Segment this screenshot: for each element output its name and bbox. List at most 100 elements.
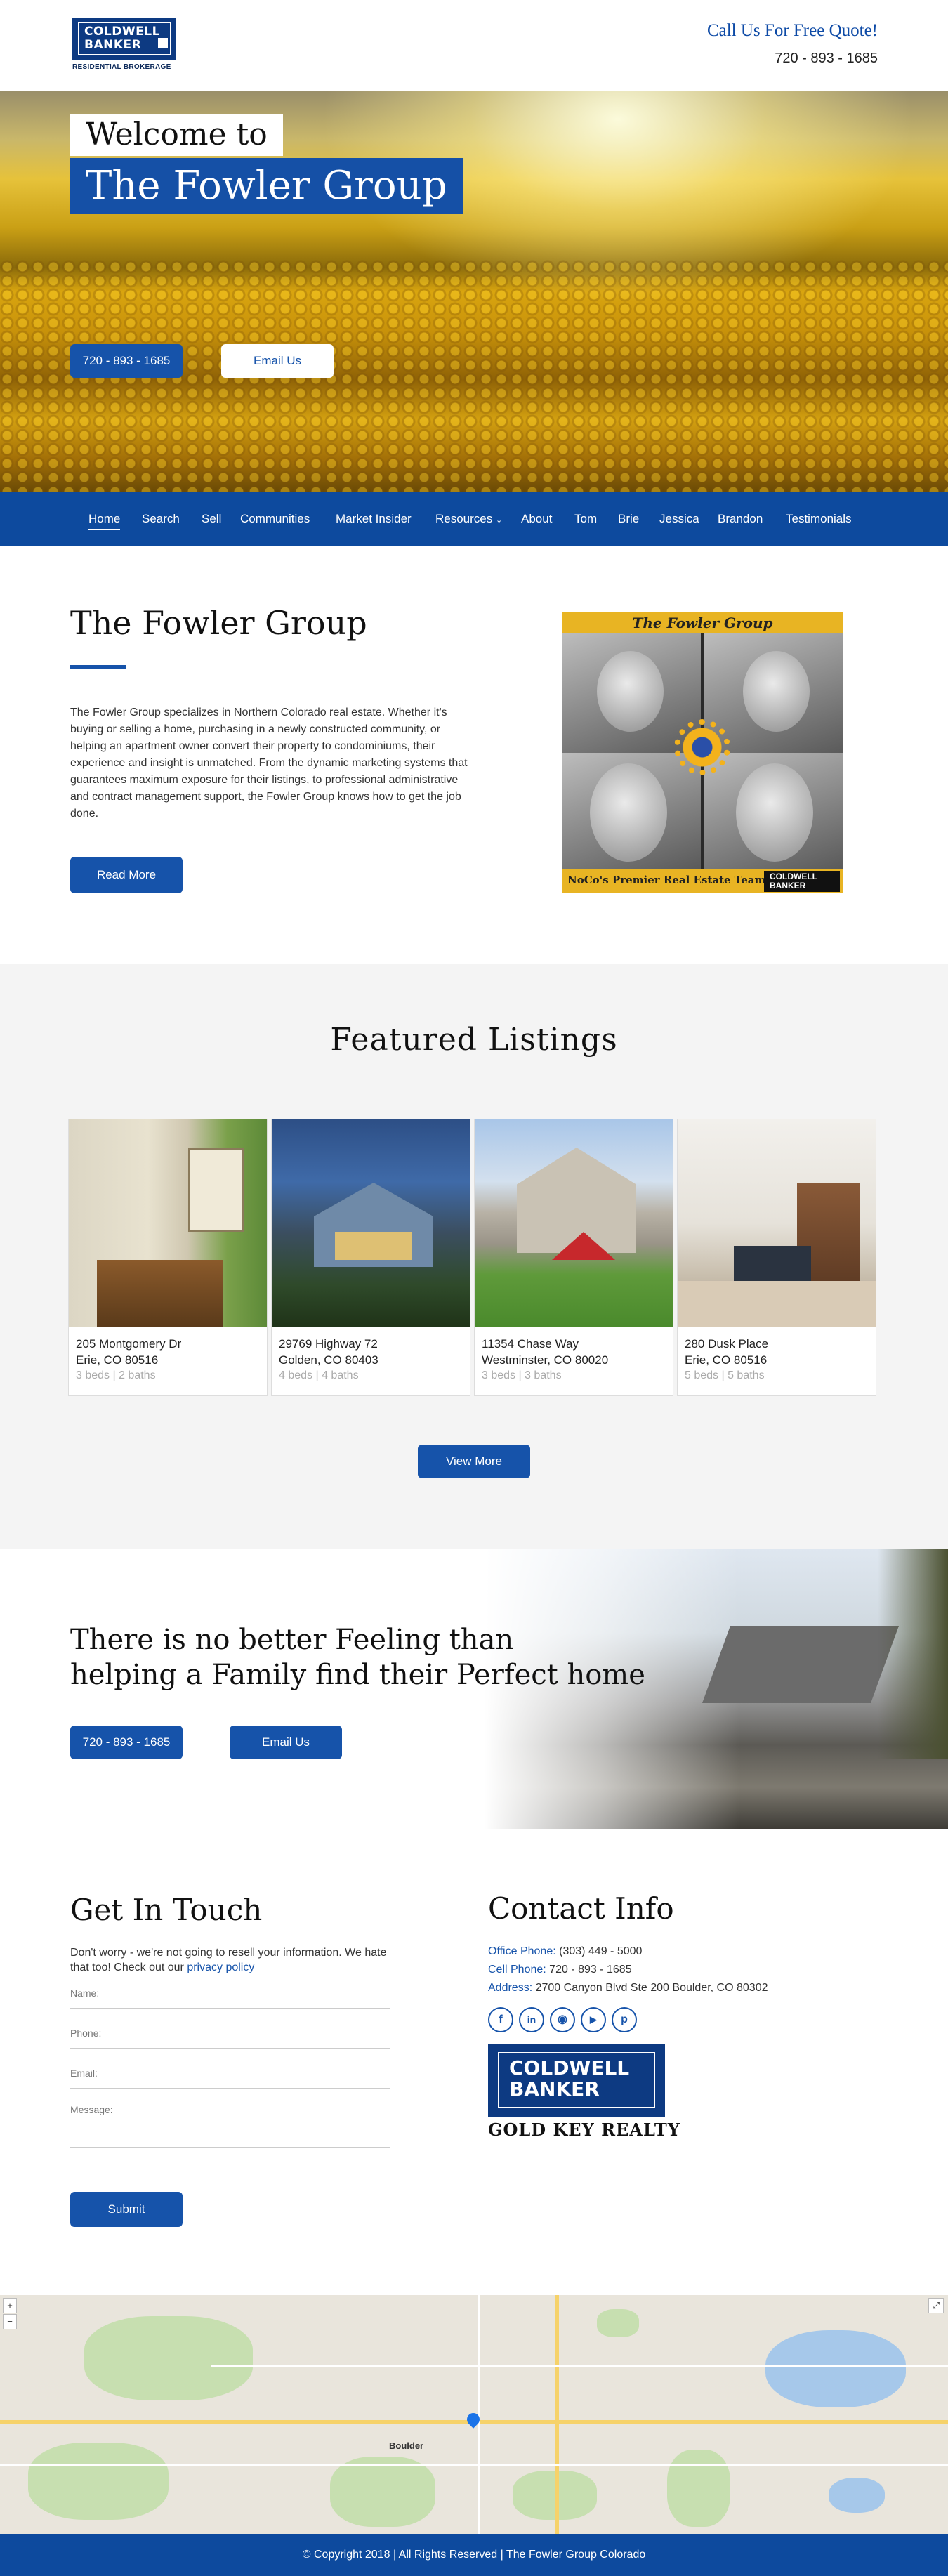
cell-phone-value: 720 - 893 - 1685 xyxy=(549,1964,632,1976)
gold-key-realty-logo: COLDWELL BANKER GOLD KEY REALTY xyxy=(488,2044,680,2141)
email-label: Email: xyxy=(70,2068,98,2079)
hero-title: The Fowler Group xyxy=(70,158,463,214)
hero-welcome: Welcome to xyxy=(70,114,283,156)
listing-street: 205 Montgomery Dr xyxy=(76,1337,182,1351)
get-in-touch-subtitle: Don't worry - we're not going to resell … xyxy=(70,1945,400,1975)
listing-city: Erie, CO 80516 xyxy=(685,1353,768,1367)
youtube-icon[interactable]: ▶ xyxy=(581,2007,606,2032)
message-label: Message: xyxy=(70,2104,113,2115)
listing-city: Golden, CO 80403 xyxy=(279,1353,378,1367)
listing-details: 4 beds | 4 baths xyxy=(279,1369,359,1381)
nav-brandon[interactable]: Brandon xyxy=(718,492,763,546)
featured-title: Featured Listings xyxy=(330,1022,618,1058)
name-field[interactable]: Name: xyxy=(70,1987,390,2009)
listing-city: Erie, CO 80516 xyxy=(76,1353,159,1367)
listing-photo xyxy=(678,1119,876,1327)
header-phone[interactable]: 720 - 893 - 1685 xyxy=(775,51,878,67)
office-phone-value: (303) 449 - 5000 xyxy=(559,1945,643,1957)
team-member-photo xyxy=(597,651,664,732)
coldwell-banker-logo[interactable]: COLDWELL BANKER RESIDENTIAL BROKERAGE xyxy=(72,18,176,72)
phone-field[interactable]: Phone: xyxy=(70,2028,390,2049)
address: Address: 2700 Canyon Blvd Ste 200 Boulde… xyxy=(488,1982,768,1995)
nav-resources-label: Resources xyxy=(435,512,493,525)
nav-resources[interactable]: Resources ⌄ xyxy=(435,492,502,546)
listing-details: 3 beds | 2 baths xyxy=(76,1369,156,1381)
listing-photo xyxy=(272,1119,470,1327)
hero-email-button[interactable]: Email Us xyxy=(221,344,334,378)
nav-communities[interactable]: Communities xyxy=(240,492,310,546)
listing-photo xyxy=(475,1119,673,1327)
about-title: The Fowler Group xyxy=(70,604,367,642)
listing-card[interactable]: 29769 Highway 72 Golden, CO 80403 4 beds… xyxy=(271,1119,470,1396)
listing-details: 5 beds | 5 baths xyxy=(685,1369,765,1381)
feeling-email-button[interactable]: Email Us xyxy=(230,1726,342,1759)
read-more-button[interactable]: Read More xyxy=(70,857,183,893)
listing-city: Westminster, CO 80020 xyxy=(482,1353,609,1367)
call-us-text: Call Us For Free Quote! xyxy=(706,21,878,40)
feeling-phone-button[interactable]: 720 - 893 - 1685 xyxy=(70,1726,183,1759)
logo-line2: BANKER xyxy=(84,38,142,52)
nav-search[interactable]: Search xyxy=(142,492,180,546)
zoom-in-button[interactable]: + xyxy=(3,2298,17,2313)
logo-subtitle: RESIDENTIAL BROKERAGE xyxy=(72,63,171,71)
listing-details: 3 beds | 3 baths xyxy=(482,1369,562,1381)
logo-line1: COLDWELL xyxy=(84,25,160,39)
nav-sell[interactable]: Sell xyxy=(202,492,221,546)
address-value: 2700 Canyon Blvd Ste 200 Boulder, CO 803… xyxy=(535,1982,768,1994)
chevron-down-icon: ⌄ xyxy=(496,516,503,525)
view-more-button[interactable]: View More xyxy=(418,1445,530,1478)
team-member-photo xyxy=(736,763,813,862)
feeling-line1: There is no better Feeling than xyxy=(70,1624,514,1656)
feeling-heading: There is no better Feeling than helping … xyxy=(70,1622,702,1693)
nav-tom[interactable]: Tom xyxy=(574,492,597,546)
submit-button[interactable]: Submit xyxy=(70,2192,183,2227)
office-phone-label: Office Phone: xyxy=(488,1945,556,1957)
zoom-out-button[interactable]: − xyxy=(3,2314,17,2329)
gk-logo-line2: BANKER xyxy=(509,2077,600,2101)
instagram-icon[interactable]: ◉ xyxy=(550,2007,575,2032)
about-text: The Fowler Group specializes in Northern… xyxy=(70,707,468,820)
nav-testimonials[interactable]: Testimonials xyxy=(786,492,852,546)
email-field[interactable]: Email: xyxy=(70,2068,390,2089)
message-field[interactable]: Message: xyxy=(70,2104,390,2148)
cell-phone-label: Cell Phone: xyxy=(488,1964,546,1976)
nav-about[interactable]: About xyxy=(521,492,552,546)
title-underline xyxy=(70,665,126,669)
gold-key-text: GOLD KEY REALTY xyxy=(488,2120,680,2140)
listing-card[interactable]: 280 Dusk Place Erie, CO 80516 5 beds | 5… xyxy=(677,1119,876,1396)
privacy-policy-link[interactable]: privacy policy xyxy=(187,1961,254,1973)
contact-info-title: Contact Info xyxy=(488,1891,674,1926)
linkedin-icon[interactable]: in xyxy=(519,2007,544,2032)
cell-phone[interactable]: Cell Phone: 720 - 893 - 1685 xyxy=(488,1964,632,1976)
team-photo-banner: The Fowler Group xyxy=(562,612,843,633)
sunflower-icon xyxy=(674,719,730,775)
nav-home[interactable]: Home xyxy=(88,492,121,546)
nav-jessica[interactable]: Jessica xyxy=(659,492,699,546)
listing-street: 11354 Chase Way xyxy=(482,1337,579,1351)
fullscreen-icon[interactable]: ⤢ xyxy=(928,2298,944,2313)
facebook-icon[interactable]: f xyxy=(488,2007,513,2032)
team-photo-logo: COLDWELL BANKER xyxy=(764,871,840,892)
logo-square-icon xyxy=(158,38,168,48)
name-label: Name: xyxy=(70,1987,100,1999)
hero-phone-button[interactable]: 720 - 893 - 1685 xyxy=(70,344,183,378)
listing-card[interactable]: 11354 Chase Way Westminster, CO 80020 3 … xyxy=(474,1119,673,1396)
listing-street: 280 Dusk Place xyxy=(685,1337,769,1351)
site-header: COLDWELL BANKER RESIDENTIAL BROKERAGE Ca… xyxy=(0,0,948,91)
location-map[interactable]: Boulder + − ⤢ xyxy=(0,2295,948,2534)
get-in-touch-title: Get In Touch xyxy=(70,1893,263,1927)
map-city-label: Boulder xyxy=(389,2440,424,2451)
nav-market-insider[interactable]: Market Insider xyxy=(336,492,412,546)
pinterest-icon[interactable]: p xyxy=(612,2007,637,2032)
team-member-photo xyxy=(743,651,810,732)
nav-brie[interactable]: Brie xyxy=(618,492,639,546)
team-member-photo xyxy=(590,763,667,862)
listing-photo xyxy=(69,1119,267,1327)
listing-card[interactable]: 205 Montgomery Dr Erie, CO 80516 3 beds … xyxy=(68,1119,268,1396)
listing-street: 29769 Highway 72 xyxy=(279,1337,378,1351)
address-label: Address: xyxy=(488,1982,533,1994)
office-phone[interactable]: Office Phone: (303) 449 - 5000 xyxy=(488,1945,642,1958)
site-footer: © Copyright 2018 | All Rights Reserved |… xyxy=(0,2534,948,2576)
team-logo-line2: BANKER xyxy=(770,881,806,891)
feeling-line2: helping a Family find their Perfect home xyxy=(70,1659,645,1691)
